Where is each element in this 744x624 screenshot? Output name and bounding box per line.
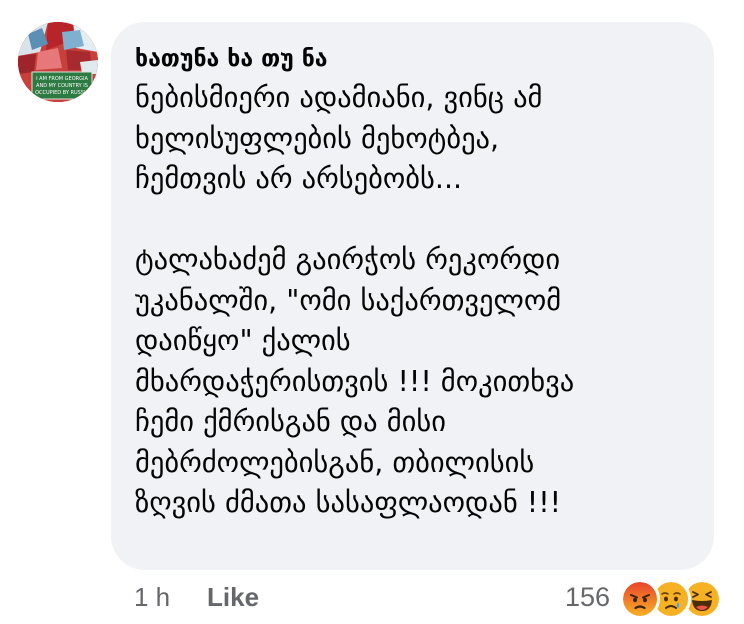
like-button[interactable]: Like [207, 582, 259, 613]
avatar-image: I AM FROM GEORGIA AND MY COUNTRY IS OCCU… [18, 22, 98, 102]
comment-timestamp[interactable]: 1 h [134, 582, 170, 613]
avatar-sign-line-2: AND MY COUNTRY IS [36, 83, 88, 89]
comment-author-name[interactable]: ხათუნა ხა თუ ნა [135, 44, 694, 74]
comment-text: ნებისმიერი ადამიანი, ვინც ამ ხელისუფლები… [135, 81, 575, 519]
comment-footer: 1 h Like 156 [0, 578, 744, 620]
reaction-icons[interactable] [620, 579, 730, 619]
reaction-count[interactable]: 156 [565, 582, 610, 613]
avatar[interactable]: I AM FROM GEORGIA AND MY COUNTRY IS OCCU… [18, 22, 98, 102]
angry-reaction-icon [620, 579, 660, 619]
avatar-sign-line-1: I AM FROM GEORGIA [36, 76, 88, 82]
avatar-sign-line-3: OCCUPIED BY RUSSIA [35, 90, 89, 96]
comment-bubble: ხათუნა ხა თუ ნა ნებისმიერი ადამიანი, ვინ… [111, 22, 714, 570]
